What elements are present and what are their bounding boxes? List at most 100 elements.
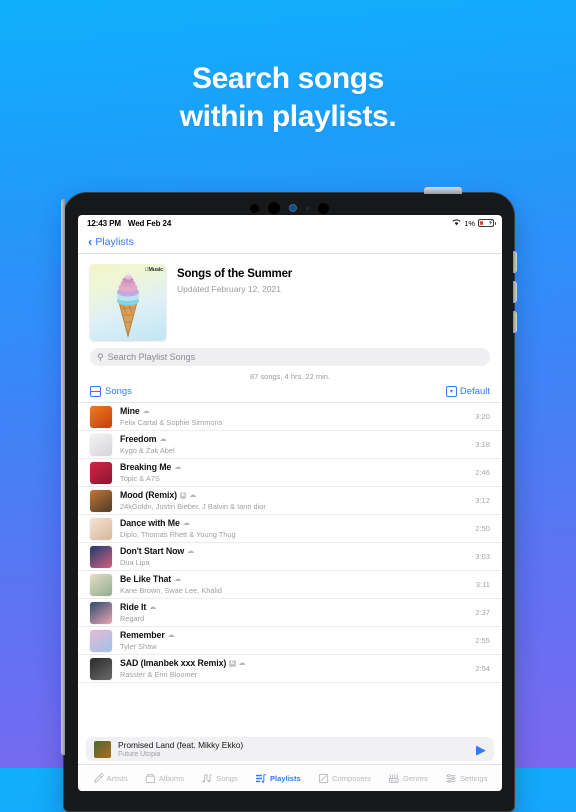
ambient-sensor-icon [288, 204, 297, 212]
song-title: Mood (Remix) [120, 490, 177, 501]
tab-label: Playlists [269, 773, 301, 783]
now-playing-bar[interactable]: Promised Land (feat. Mikky Ekko) Future … [86, 737, 494, 761]
song-row[interactable]: Dance with Me ☁ Diplo, Thomas Rhett & Youn… [78, 515, 502, 543]
tab-genres[interactable]: Genres [388, 773, 428, 784]
playlist-header: Music Songs of the Summer [78, 254, 502, 348]
song-title: Mine [120, 406, 140, 417]
explicit-icon: E [179, 492, 187, 499]
cloud-icon: ☁ [174, 576, 182, 584]
headline-line-2: within playlists. [179, 100, 397, 134]
song-row[interactable]: Breaking Me ☁ Topic & A7S 2:46 [78, 459, 502, 487]
explicit-icon: E [229, 660, 236, 667]
back-button[interactable]: ‹ Playlists [88, 235, 134, 248]
song-list[interactable]: Mine ☁ Felix Cartal & Sophie Simmons 3:20 Fr… [78, 403, 502, 733]
song-title: Breaking Me [120, 462, 172, 473]
cloud-icon: ☁ [159, 436, 167, 444]
song-duration: 3:20 [475, 412, 490, 421]
tab-artists[interactable]: Artists [93, 772, 128, 784]
front-camera-icon [267, 202, 280, 214]
battery-percent: 1% [464, 218, 476, 228]
song-artist: Diplo, Thomas Rhett & Young Thug [120, 529, 236, 539]
song-artist: Tyler Shaw [120, 641, 157, 651]
tab-label: Albums [158, 773, 185, 783]
playlist-title: Songs of the Summer [177, 268, 293, 280]
device-bezel-sensors [64, 200, 514, 216]
tab-songs[interactable]: Songs [201, 773, 238, 784]
headline-line-1: Search songs [192, 62, 384, 95]
search-input[interactable]: ⚲ Search Playlist Songs [90, 348, 490, 366]
song-title: SAD (Imanbek xxx Remix) [120, 658, 227, 669]
status-date: Wed Feb 24 [127, 218, 172, 228]
section-label: Songs [105, 386, 132, 397]
song-artwork [90, 433, 112, 456]
list-view-icon [90, 386, 101, 397]
song-row[interactable]: Remember ☁ Tyler Shaw 2:55 [78, 627, 502, 655]
navigation-bar: ‹ Playlists [78, 231, 502, 254]
cloud-icon: ☁ [174, 464, 182, 472]
song-row[interactable]: Freedom ☁ Kygo & Zak Abel 3:18 [78, 431, 502, 459]
song-duration: 2:55 [475, 636, 490, 645]
song-duration: 2:37 [475, 608, 490, 617]
cloud-icon: ☁ [167, 632, 175, 640]
song-artwork [90, 573, 112, 596]
device-screen: 12:43 PM Wed Feb 24 1% ⚡ ‹ Playlists Mu [78, 215, 502, 791]
song-artwork [90, 601, 112, 624]
sliders-icon [445, 773, 457, 784]
song-duration: 2:46 [475, 468, 490, 477]
tab-composers[interactable]: Composers [318, 773, 371, 784]
songs-view-button[interactable]: Songs [90, 386, 132, 397]
volume-down-button[interactable] [513, 311, 517, 333]
song-artist: Kane Brown, Swae Lee, Khalid [120, 585, 222, 595]
search-placeholder: Search Playlist Songs [107, 352, 196, 362]
search-section: ⚲ Search Playlist Songs [78, 348, 502, 366]
tab-label: Composers [331, 773, 371, 783]
bolt-icon: ⚡ [488, 220, 493, 227]
song-duration: 3:11 [475, 580, 490, 589]
tab-albums[interactable]: Albums [145, 773, 184, 784]
genres-icon [388, 773, 400, 784]
playlist-summary: 87 songs, 4 hrs. 22 min. [249, 372, 331, 381]
now-playing-artwork [94, 740, 111, 758]
tab-settings[interactable]: Settings [445, 773, 487, 784]
song-artwork [90, 629, 112, 652]
sort-label: Default [459, 386, 490, 397]
song-row[interactable]: Ride It ☁ Regard 2:37 [78, 599, 502, 627]
cloud-icon: ☁ [189, 492, 197, 500]
sort-button[interactable]: ▾ Default [445, 386, 490, 397]
tab-label: Songs [216, 773, 238, 783]
song-title: Ride It [120, 602, 147, 613]
song-title: Remember [120, 630, 165, 641]
playlist-artwork[interactable]: Music [90, 264, 166, 340]
song-title: Dance with Me [120, 518, 180, 529]
song-artist: Dua Lipa [120, 557, 150, 567]
power-button[interactable] [513, 251, 517, 273]
song-row[interactable]: Mood (Remix) E ☁ 24kGoldn, Justin Bieber, J… [78, 487, 502, 515]
section-header: Songs ▾ Default [78, 386, 502, 403]
ice-cream-cone-icon [116, 273, 140, 338]
page-headline: Search songs within playlists. [0, 60, 576, 136]
song-duration: 3:12 [475, 496, 490, 505]
song-title: Be Like That [120, 574, 172, 585]
song-artwork [90, 461, 112, 484]
playlist-updated: Updated February 12, 2021 [177, 284, 281, 294]
volume-up-button[interactable] [513, 281, 517, 303]
song-row[interactable]: SAD (Imanbek xxx Remix) E ☁ Rasster & Erin … [78, 655, 502, 683]
song-artist: Regard [120, 613, 145, 623]
tab-playlists[interactable]: Playlists [255, 773, 301, 784]
song-artist: Topic & A7S [120, 473, 160, 483]
now-playing-artist: Future Utopia [118, 751, 161, 758]
song-artwork [90, 489, 112, 512]
song-row[interactable]: Don't Start Now ☁ Dua Lipa 3:03 [78, 543, 502, 571]
cloud-icon: ☁ [182, 520, 190, 528]
bottom-tab-bar[interactable]: Artists Albums Songs Playlists Composers Genr… [78, 764, 502, 791]
wifi-icon [452, 218, 461, 228]
song-row[interactable]: Be Like That ☁ Kane Brown, Swae Lee, Khali… [78, 571, 502, 599]
play-icon[interactable]: ▶ [476, 743, 486, 756]
song-row[interactable]: Mine ☁ Felix Cartal & Sophie Simmons 3:20 [78, 403, 502, 431]
song-duration: 2:54 [475, 664, 490, 673]
music-note-icon [201, 773, 213, 784]
song-artwork [90, 657, 112, 680]
song-artist: Kygo & Zak Abel [120, 445, 175, 455]
ios-status-bar: 12:43 PM Wed Feb 24 1% ⚡ [78, 215, 502, 231]
depth-camera-icon [317, 202, 329, 214]
